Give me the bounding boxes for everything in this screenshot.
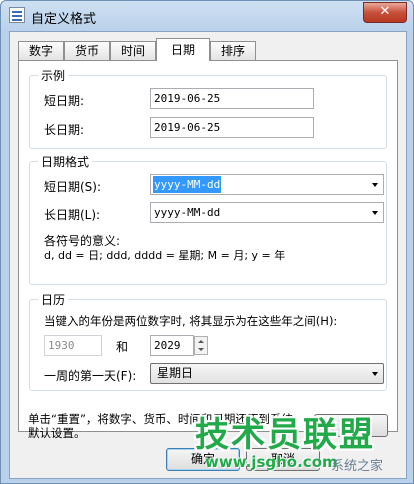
- example-short-date-field: 2019-06-25: [150, 88, 314, 109]
- dialog-window: 自定义格式 ✕ 数字 货币 时间 日期 排序 示例 短日期: 2019-06-2…: [0, 0, 414, 484]
- tab-number[interactable]: 数字: [18, 41, 64, 60]
- short-date-format-combo[interactable]: yyyy-MM-dd: [150, 174, 384, 195]
- date-format-group-title: 日期格式: [38, 153, 93, 170]
- date-tab-panel: 示例 短日期: 2019-06-25 长日期: 2019-06-25 日期格式 …: [18, 60, 398, 432]
- close-icon: ✕: [379, 4, 391, 19]
- example-long-date-field: 2019-06-25: [150, 117, 314, 138]
- dialog-client-area: 数字 货币 时间 日期 排序 示例 短日期: 2019-06-25 长日期: 2…: [9, 31, 407, 479]
- year-from-field: 1930: [44, 335, 102, 356]
- ok-button[interactable]: 确定: [166, 448, 240, 471]
- date-format-group: 日期格式 短日期(S): yyyy-MM-dd 长日期(L): yyyy-MM-…: [29, 153, 387, 285]
- short-date-format-value: yyyy-MM-dd: [153, 176, 222, 193]
- tab-time[interactable]: 时间: [110, 41, 156, 60]
- first-day-of-week-value: 星期日: [157, 366, 194, 380]
- title-bar[interactable]: 自定义格式 ✕: [1, 1, 413, 31]
- spin-up-icon[interactable]: [198, 340, 204, 343]
- two-digit-year-label: 当键入的年份是两位数字时, 将其显示为在这些年之间(H):: [44, 314, 338, 328]
- first-day-of-week-select[interactable]: 星期日: [150, 363, 384, 384]
- long-date-format-value: yyyy-MM-dd: [154, 206, 221, 219]
- reset-button[interactable]: 重置: [314, 414, 388, 437]
- long-date-format-label: 长日期(L):: [44, 208, 101, 222]
- tab-date[interactable]: 日期: [156, 38, 210, 61]
- long-date-format-combo[interactable]: yyyy-MM-dd: [150, 202, 384, 223]
- year-spin-button[interactable]: [194, 336, 208, 355]
- example-group: 示例 短日期: 2019-06-25 长日期: 2019-06-25: [29, 67, 387, 149]
- calendar-group-title: 日历: [38, 291, 69, 308]
- tab-sort[interactable]: 排序: [210, 41, 256, 60]
- cancel-button[interactable]: 取消: [246, 448, 320, 471]
- example-group-title: 示例: [38, 67, 69, 84]
- window-title: 自定义格式: [31, 12, 97, 27]
- chevron-down-icon[interactable]: [372, 372, 378, 376]
- short-date-format-label: 短日期(S):: [44, 180, 102, 194]
- spin-down-icon[interactable]: [198, 348, 204, 351]
- tab-currency[interactable]: 货币: [64, 41, 110, 60]
- chevron-down-icon[interactable]: [372, 183, 378, 187]
- example-short-date-label: 短日期:: [44, 94, 85, 108]
- and-label: 和: [116, 340, 129, 354]
- first-day-of-week-label: 一周的第一天(F):: [44, 369, 137, 383]
- example-long-date-label: 长日期:: [44, 123, 85, 137]
- calendar-group: 日历 当键入的年份是两位数字时, 将其显示为在这些年之间(H): 1930 和 …: [29, 291, 387, 391]
- chevron-down-icon[interactable]: [372, 211, 378, 215]
- symbols-description: d, dd = 日; ddd, dddd = 星期; M = 月; y = 年: [44, 249, 286, 262]
- year-to-field[interactable]: 2029: [150, 335, 194, 356]
- window-app-icon: [9, 7, 25, 23]
- close-button[interactable]: ✕: [363, 2, 407, 23]
- reset-hint-text: 单击“重置”，将数字、货币、时间和日期还原到系统默认设置。: [28, 412, 293, 440]
